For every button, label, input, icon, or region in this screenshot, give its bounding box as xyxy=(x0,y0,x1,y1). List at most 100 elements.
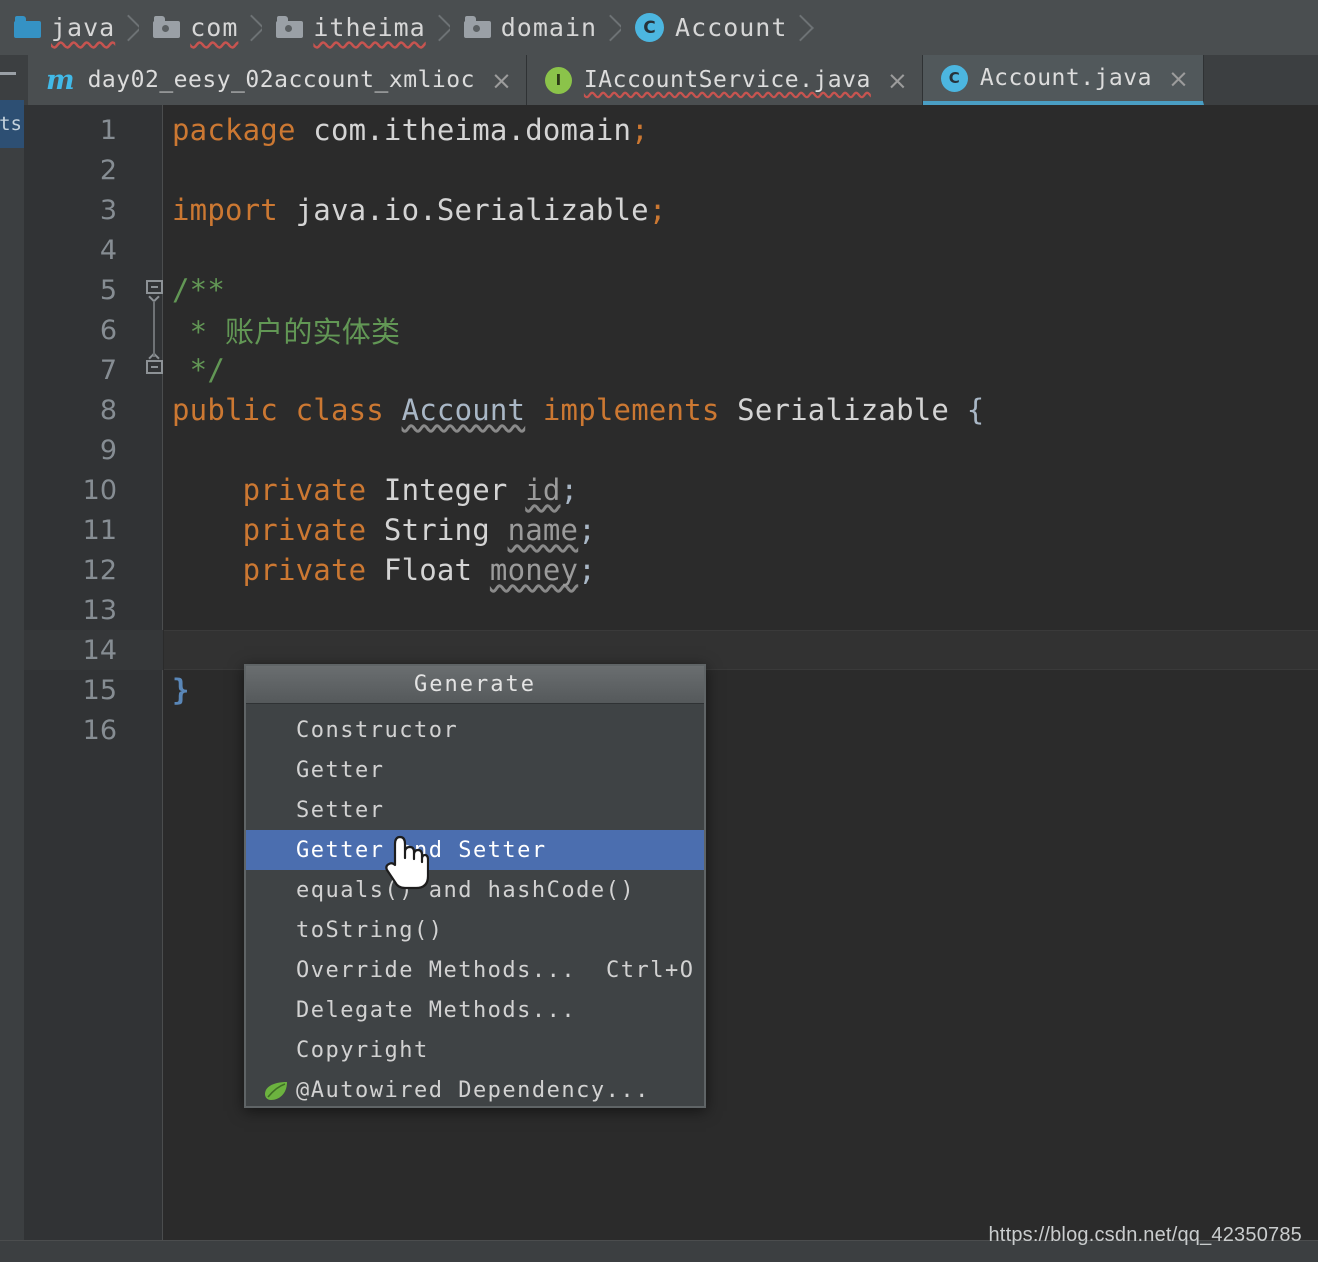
code-line[interactable]: private Float money; xyxy=(164,550,1318,590)
editor-tab-label: IAccountService.java xyxy=(583,67,871,93)
line-number: 2 xyxy=(99,154,117,186)
menu-item-constructor[interactable]: Constructor xyxy=(246,710,704,750)
menu-item-override-methods[interactable]: Override Methods... Ctrl+O xyxy=(246,950,704,990)
generate-popup-header: Generate xyxy=(246,666,704,704)
line-number: 16 xyxy=(82,714,117,746)
spring-leaf-icon xyxy=(264,1080,296,1101)
menu-item-label: Override Methods... xyxy=(296,957,577,983)
code-line-text: private Integer id; xyxy=(242,473,579,507)
breadcrumb-item-domain[interactable]: domain xyxy=(449,0,620,55)
code-line-text: */ xyxy=(172,353,225,387)
tool-window-toggle-icon[interactable] xyxy=(0,55,28,105)
code-line-text: package com.itheima.domain; xyxy=(172,113,649,147)
code-line[interactable]: import java.io.Serializable; xyxy=(164,190,1318,230)
code-line[interactable]: private String name; xyxy=(164,510,1318,550)
code-line[interactable] xyxy=(164,150,1318,190)
breadcrumb: java com itheima domain C Account xyxy=(0,0,1318,55)
menu-item-label: Getter xyxy=(296,757,385,783)
menu-item-label: toString() xyxy=(296,917,444,943)
editor-tab-label: Account.java xyxy=(979,65,1152,91)
line-number: 7 xyxy=(99,354,117,386)
menu-item-label: Getter and Setter xyxy=(296,837,547,863)
code-line[interactable]: * 账户的实体类 xyxy=(164,310,1318,350)
line-number: 6 xyxy=(99,314,117,346)
code-line[interactable] xyxy=(164,430,1318,470)
code-line[interactable]: private Integer id; xyxy=(164,470,1318,510)
editor-tab-label: day02_eesy_02account_xmlioc xyxy=(87,67,475,93)
editor-tab-day02-eesy-02account-xmlioc[interactable]: m day02_eesy_02account_xmlioc × xyxy=(28,55,527,105)
close-icon[interactable]: × xyxy=(1168,66,1189,91)
fold-end-icon[interactable] xyxy=(143,352,165,381)
breadcrumb-item-label: Account xyxy=(675,13,788,42)
fold-collapse-icon[interactable] xyxy=(143,279,165,303)
menu-item-shortcut: Ctrl+O xyxy=(606,957,695,983)
breadcrumb-item-label: java xyxy=(51,13,116,42)
code-line-text: private Float money; xyxy=(242,553,596,587)
close-icon[interactable]: × xyxy=(887,68,908,93)
sidebar-item-projects[interactable]: ts xyxy=(0,100,24,148)
watermark: https://blog.csdn.net/qq_42350785 xyxy=(988,1224,1302,1246)
code-line[interactable]: public class Account implements Serializ… xyxy=(164,390,1318,430)
code-line-text: public class Account implements Serializ… xyxy=(172,393,985,427)
menu-item-delegate-methods[interactable]: Delegate Methods... xyxy=(246,990,704,1030)
code-line-text: } xyxy=(172,673,190,707)
menu-item--autowired-dependency[interactable]: @Autowired Dependency... xyxy=(246,1070,704,1110)
source-folder-icon xyxy=(14,16,41,38)
line-number: 10 xyxy=(82,474,117,506)
generate-popup-list[interactable]: Constructor Getter Setter Getter and Setter… xyxy=(246,704,704,1110)
generate-popup[interactable]: Generate Constructor Getter Setter Getter a… xyxy=(244,664,706,1108)
menu-item-tostring[interactable]: toString() xyxy=(246,910,704,950)
maven-module-icon: m xyxy=(46,64,75,96)
fold-region-line xyxy=(153,301,155,357)
breadcrumb-item-label: itheima xyxy=(313,13,426,42)
code-line-text: /** xyxy=(172,273,225,307)
code-line[interactable] xyxy=(164,230,1318,270)
class-icon: C xyxy=(635,13,665,42)
editor-tab-iaccountservice-java[interactable]: I IAccountService.java × xyxy=(526,55,923,105)
editor-tab-bar: m day02_eesy_02account_xmlioc × I IAccountSe… xyxy=(0,55,1318,105)
folder-icon xyxy=(276,16,304,38)
editor-tab-account-java[interactable]: C Account.java × xyxy=(922,55,1204,105)
code-line[interactable]: */ xyxy=(164,350,1318,390)
menu-item-label: Setter xyxy=(296,797,385,823)
code-line[interactable] xyxy=(164,590,1318,630)
sidebar-item-projects-label: ts xyxy=(0,113,22,135)
interface-icon: I xyxy=(544,66,572,94)
menu-item-label: Copyright xyxy=(296,1037,429,1063)
menu-item-label: Delegate Methods... xyxy=(296,997,577,1023)
ide-window: java com itheima domain C Account m day02_eesy… xyxy=(0,0,1318,1262)
breadcrumb-item-com[interactable]: com xyxy=(139,0,261,55)
folder-icon xyxy=(463,16,491,38)
line-number: 13 xyxy=(82,594,117,626)
breadcrumb-item-label: domain xyxy=(500,13,598,42)
menu-item-copyright[interactable]: Copyright xyxy=(246,1030,704,1070)
editor-left-strip xyxy=(0,105,24,1240)
code-line-text: import java.io.Serializable; xyxy=(172,193,667,227)
line-number: 9 xyxy=(99,434,117,466)
line-number: 4 xyxy=(99,234,117,266)
line-number: 3 xyxy=(99,194,117,226)
breadcrumb-item-itheima[interactable]: itheima xyxy=(262,0,448,55)
line-number: 11 xyxy=(82,514,117,546)
menu-item-getter[interactable]: Getter xyxy=(246,750,704,790)
code-line-text: private String name; xyxy=(242,513,596,547)
line-number: 1 xyxy=(99,114,117,146)
line-number: 12 xyxy=(82,554,117,586)
menu-item-label: equals() and hashCode() xyxy=(296,877,636,903)
menu-item-label: Constructor xyxy=(296,717,459,743)
line-number: 15 xyxy=(82,674,117,706)
class-icon: C xyxy=(940,64,968,92)
generate-popup-title: Generate xyxy=(414,672,536,697)
menu-item-getter-and-setter[interactable]: Getter and Setter xyxy=(246,830,704,870)
menu-item-equals-and-hashcode[interactable]: equals() and hashCode() xyxy=(246,870,704,910)
breadcrumb-item-java[interactable]: java xyxy=(0,0,138,55)
code-line[interactable]: /** xyxy=(164,270,1318,310)
breadcrumb-item-account[interactable]: C Account xyxy=(621,0,810,55)
code-line[interactable]: package com.itheima.domain; xyxy=(164,110,1318,150)
menu-item-label: @Autowired Dependency... xyxy=(296,1077,650,1103)
close-icon[interactable]: × xyxy=(491,68,512,93)
menu-item-setter[interactable]: Setter xyxy=(246,790,704,830)
breadcrumb-item-label: com xyxy=(190,13,239,42)
line-number: 14 xyxy=(82,634,117,666)
line-number: 8 xyxy=(99,394,117,426)
